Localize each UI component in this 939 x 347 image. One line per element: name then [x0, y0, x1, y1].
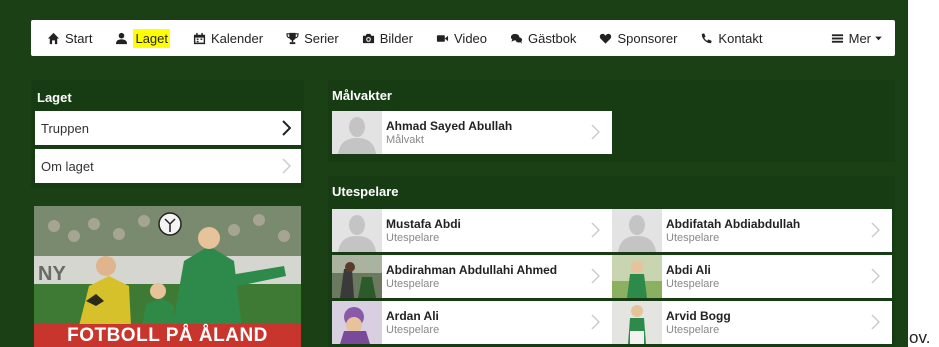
nav-item-label: Gästbok — [528, 30, 577, 46]
avatar-placeholder — [332, 111, 382, 154]
chevron-right-icon — [870, 222, 880, 238]
nav-item-bilder[interactable]: Bilder — [354, 25, 421, 51]
nav-item-start[interactable]: Start — [39, 25, 100, 51]
player-role: Utespelare — [386, 277, 440, 290]
player-card[interactable]: Arvid Bogg Utespelare — [612, 301, 892, 344]
player-name: Ahmad Sayed Abullah — [386, 118, 513, 133]
sidebar-title: Laget — [37, 90, 72, 105]
avatar-placeholder — [332, 209, 382, 252]
player-card[interactable]: Mustafa Abdi Utespelare — [332, 209, 612, 252]
player-name: Abdirahman Abdullahi Ahmed — [386, 262, 558, 277]
player-photo — [612, 255, 662, 298]
chevron-right-icon — [590, 222, 600, 238]
page-background: Start Laget Kalender Serier Bilder Video… — [0, 0, 908, 347]
nav-item-label: Kalender — [211, 30, 264, 46]
chevron-right-icon — [590, 314, 600, 330]
nav-item-gastbok[interactable]: Gästbok — [502, 25, 584, 51]
sidebar-item-label: Truppen — [41, 120, 89, 136]
sidebar-item-om-laget[interactable]: Om laget — [35, 149, 301, 183]
chat-bubbles-icon — [510, 33, 523, 44]
player-photo — [332, 301, 382, 344]
video-camera-icon — [436, 34, 449, 42]
nav-item-serier[interactable]: Serier — [278, 25, 347, 51]
hamburger-icon — [831, 33, 843, 43]
player-name: Mustafa Abdi — [386, 216, 461, 231]
chevron-right-icon — [281, 158, 291, 174]
chevron-right-icon — [590, 268, 600, 284]
nav-item-label: Serier — [304, 30, 339, 46]
outfield-title: Utespelare — [332, 184, 399, 199]
nav-item-label: Start — [65, 30, 93, 46]
sidebar-item-truppen[interactable]: Truppen — [35, 111, 301, 145]
player-name: Abdi Ali — [666, 262, 711, 277]
main-navbar: Start Laget Kalender Serier Bilder Video… — [31, 20, 895, 56]
sidebar-panel: Laget Truppen Om laget — [31, 80, 304, 188]
player-role: Utespelare — [386, 323, 440, 336]
nav-item-label: Kontakt — [718, 30, 763, 46]
player-card[interactable]: Ahmad Sayed Abullah Målvakt — [332, 111, 612, 154]
caret-down-icon — [875, 36, 882, 40]
nav-item-video[interactable]: Video — [428, 25, 495, 51]
chevron-right-icon — [870, 314, 880, 330]
player-card[interactable]: Abdi Ali Utespelare — [612, 255, 892, 298]
chevron-right-icon — [870, 268, 880, 284]
nav-item-kontakt[interactable]: Kontakt — [692, 25, 770, 51]
banner-image[interactable]: NY FOTBOLL PÅ ÅLAND — [34, 206, 301, 347]
goalkeepers-section: Målvakter Ahmad Sayed Abullah Målvakt — [328, 80, 895, 162]
player-name: Abdifatah Abdiabdullah — [666, 216, 801, 231]
nav-item-label: Sponsorer — [617, 30, 678, 46]
banner-caption: FOTBOLL PÅ ÅLAND — [67, 325, 268, 346]
player-role: Utespelare — [666, 323, 720, 336]
player-role: Utespelare — [386, 231, 440, 244]
nav-item-label: Laget — [133, 28, 171, 48]
trophy-icon — [286, 32, 299, 44]
player-photo — [332, 255, 382, 298]
trailing-text: ov. — [909, 328, 931, 347]
phone-icon — [702, 32, 713, 43]
goalkeepers-title: Målvakter — [332, 88, 392, 103]
user-icon — [116, 32, 128, 44]
heart-icon — [600, 33, 612, 44]
chevron-right-icon — [281, 120, 291, 136]
player-name: Ardan Ali — [386, 308, 439, 323]
home-icon — [47, 32, 60, 44]
player-card[interactable]: Ardan Ali Utespelare — [332, 301, 612, 344]
nav-item-label: Bilder — [379, 30, 413, 46]
nav-item-laget[interactable]: Laget — [107, 25, 178, 51]
player-role: Utespelare — [666, 277, 720, 290]
player-role: Målvakt — [386, 133, 424, 146]
player-name: Arvid Bogg — [666, 308, 731, 323]
avatar-placeholder — [612, 209, 662, 252]
outfield-section: Utespelare Mustafa Abdi Utespelare Abdif… — [328, 176, 895, 347]
player-card[interactable]: Abdifatah Abdiabdullah Utespelare — [612, 209, 892, 252]
nav-more-label: Mer — [848, 30, 871, 46]
stadium-sign: NY — [38, 263, 66, 285]
camera-icon — [362, 33, 374, 43]
chevron-right-icon — [590, 124, 600, 140]
nav-more-button[interactable]: Mer — [823, 25, 891, 51]
player-photo — [612, 301, 662, 344]
nav-item-kalender[interactable]: Kalender — [185, 25, 271, 51]
player-card[interactable]: Abdirahman Abdullahi Ahmed Utespelare — [332, 255, 612, 298]
nav-item-sponsorer[interactable]: Sponsorer — [591, 25, 685, 51]
calendar-icon — [193, 32, 206, 44]
sidebar-item-label: Om laget — [41, 158, 94, 174]
nav-item-label: Video — [454, 30, 488, 46]
player-role: Utespelare — [666, 231, 720, 244]
